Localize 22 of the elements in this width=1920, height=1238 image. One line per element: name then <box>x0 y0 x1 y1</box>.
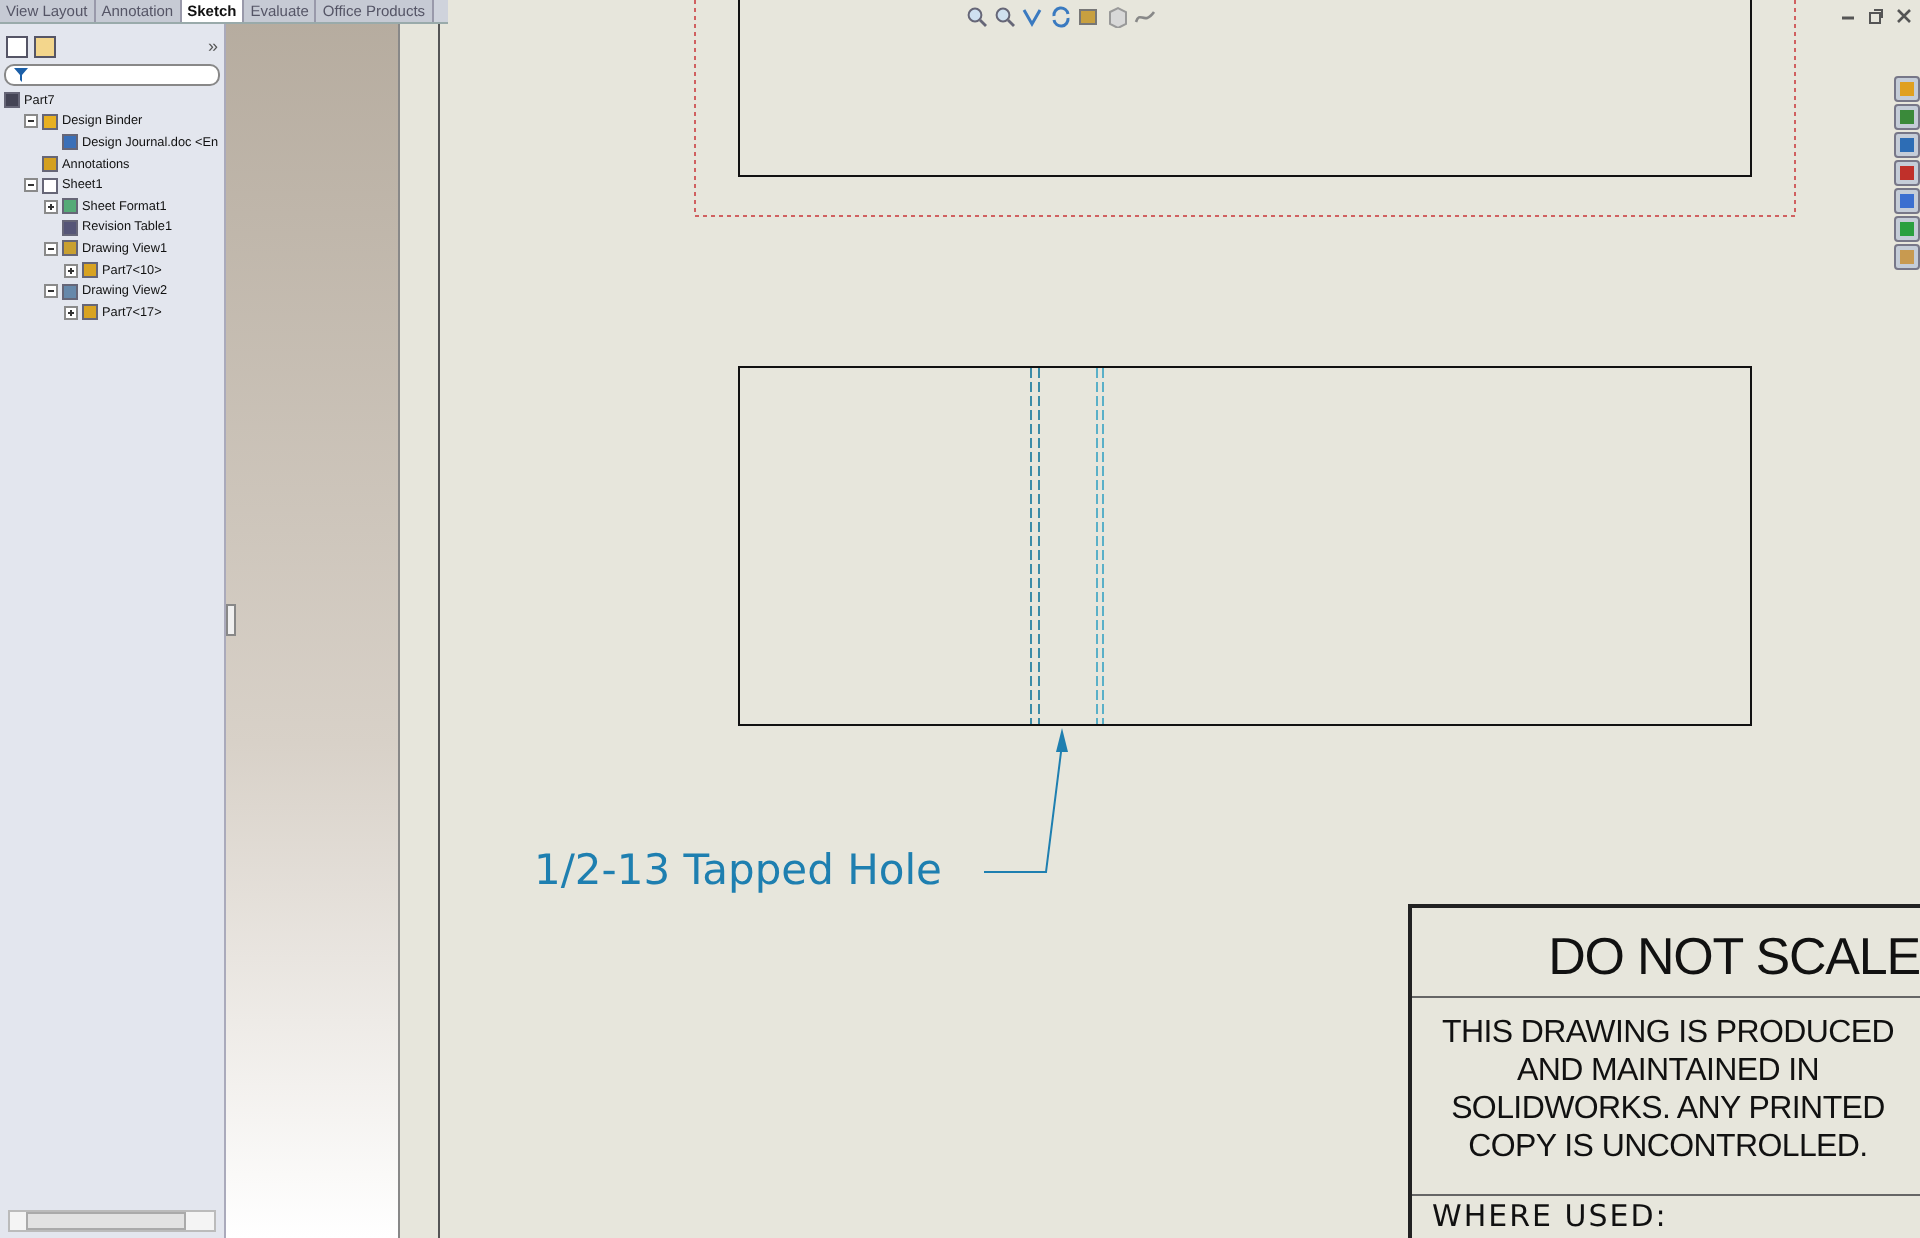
where-used-label: WHERE USED: <box>1430 1196 1670 1236</box>
rotate-icon[interactable] <box>1050 6 1072 28</box>
expand-toggle[interactable] <box>24 178 38 193</box>
close-icon[interactable] <box>1896 8 1912 24</box>
horizontal-scrollbar[interactable] <box>8 1210 216 1232</box>
expand-toggle[interactable] <box>44 199 58 214</box>
expand-toggle[interactable] <box>64 305 78 320</box>
title-block-notice: THIS DRAWING IS PRODUCED AND MAINTAINED IN SOLIDWORKS. ANY PRINTED COPY IS UNCONTROLLED. <box>1440 1014 1896 1168</box>
annotation-note: 1/2-13 Tapped Hole <box>534 846 942 894</box>
panel-splitter-handle[interactable] <box>226 604 236 636</box>
cube-icon[interactable] <box>1106 6 1128 28</box>
expand-toggle[interactable] <box>24 114 38 129</box>
zoom-fit-icon[interactable] <box>966 6 988 28</box>
restore-icon[interactable] <box>1868 8 1884 24</box>
zoom-area-icon[interactable] <box>994 6 1016 28</box>
expand-toggle[interactable] <box>44 241 58 256</box>
filter-icon <box>14 68 28 82</box>
expand-toggle[interactable] <box>44 284 58 299</box>
filter-field[interactable] <box>4 64 220 86</box>
expand-panel-button[interactable]: » <box>207 36 218 56</box>
expand-toggle[interactable] <box>64 263 78 278</box>
title-block-heading: DO NOT SCALE <box>1546 924 1920 990</box>
